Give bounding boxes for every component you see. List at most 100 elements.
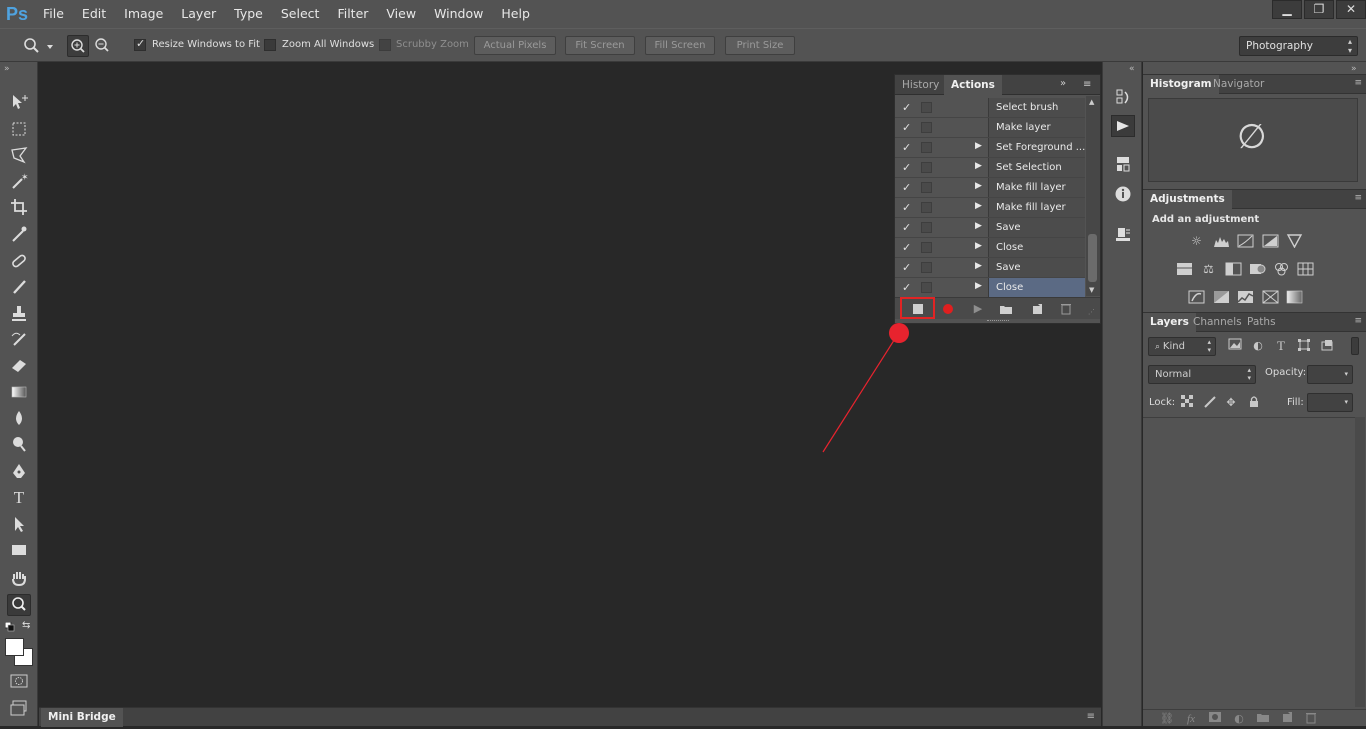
tab-navigator[interactable]: Navigator (1206, 75, 1271, 94)
zoom-in-icon[interactable] (67, 35, 89, 57)
blend-mode-select[interactable]: Normal ▴ ▾ (1148, 365, 1256, 384)
toggle-dialog-checkbox[interactable] (921, 262, 932, 273)
panel-menu-icon[interactable]: ≡ (1087, 711, 1095, 722)
toggle-item-check-icon[interactable]: ✓ (902, 241, 911, 254)
restore-button[interactable]: ❐ (1304, 0, 1334, 19)
action-row[interactable]: ✓ ▶ Set Selection (895, 158, 1085, 178)
tab-history[interactable]: History (895, 75, 946, 95)
levels-icon[interactable] (1213, 234, 1230, 248)
link-layers-icon[interactable]: ⛓ (1159, 711, 1175, 727)
toggle-item-check-icon[interactable]: ✓ (902, 221, 911, 234)
scrubby-zoom-checkbox[interactable] (379, 39, 391, 51)
action-row[interactable]: ✓ ▶ Make fill layer (895, 198, 1085, 218)
chevron-down-icon[interactable] (46, 41, 54, 49)
new-action-icon[interactable] (1029, 301, 1045, 317)
layers-scrollbar[interactable] (1355, 417, 1365, 707)
hand-tool-icon[interactable] (7, 567, 31, 589)
hue-saturation-icon[interactable] (1176, 262, 1193, 276)
scroll-down-arrow-icon[interactable]: ▼ (1089, 286, 1094, 294)
delete-layer-trash-icon[interactable] (1303, 711, 1319, 727)
foreground-color-swatch[interactable] (5, 638, 24, 656)
eraser-icon[interactable] (7, 354, 31, 376)
actions-panel-play-icon[interactable] (1111, 115, 1135, 137)
expand-triangle-icon[interactable]: ▶ (975, 281, 982, 291)
toggle-dialog-checkbox[interactable] (921, 202, 932, 213)
fit-screen-button[interactable]: Fit Screen (565, 36, 635, 55)
properties-panel-icon[interactable] (1111, 154, 1135, 176)
pen-tool-icon[interactable] (7, 461, 31, 483)
layers-list[interactable] (1143, 417, 1355, 707)
toggle-item-check-icon[interactable]: ✓ (902, 121, 911, 134)
zoom-tool-icon[interactable] (22, 36, 44, 56)
new-layer-icon[interactable] (1279, 711, 1295, 727)
opacity-input[interactable]: ▾ (1307, 365, 1353, 384)
new-adjustment-layer-icon[interactable]: ◐ (1231, 711, 1247, 727)
vibrance-icon[interactable] (1286, 234, 1303, 249)
action-row[interactable]: ✓ ▶ Save (895, 258, 1085, 278)
workspace-select[interactable]: Photography ▴ ▾ (1239, 36, 1358, 56)
tab-adjustments[interactable]: Adjustments (1143, 190, 1232, 209)
color-lookup-icon[interactable] (1297, 262, 1314, 276)
color-balance-icon[interactable]: ⚖ (1200, 262, 1217, 276)
toggle-item-check-icon[interactable]: ✓ (902, 261, 911, 274)
toggle-dialog-checkbox[interactable] (921, 142, 932, 153)
toggle-item-check-icon[interactable]: ✓ (902, 281, 911, 294)
close-button[interactable]: ✕ (1336, 0, 1366, 19)
menu-layer[interactable]: Layer (172, 0, 225, 28)
tool-presets-icon[interactable] (1111, 224, 1135, 246)
panel-menu-icon[interactable]: ≡ (1354, 78, 1362, 88)
panel-menu-icon[interactable]: ≡ (1083, 79, 1091, 90)
photo-filter-icon[interactable] (1249, 262, 1266, 276)
toggle-dialog-checkbox[interactable] (921, 182, 932, 193)
new-group-folder-icon[interactable] (1255, 711, 1271, 727)
menu-view[interactable]: View (377, 0, 425, 28)
menu-edit[interactable]: Edit (73, 0, 115, 28)
expand-triangle-icon[interactable]: ▶ (975, 161, 982, 171)
action-row[interactable]: ✓ Select brush (895, 98, 1085, 118)
toggle-item-check-icon[interactable]: ✓ (902, 201, 911, 214)
menu-type[interactable]: Type (225, 0, 272, 28)
lock-all-icon[interactable] (1246, 395, 1262, 411)
actual-pixels-button[interactable]: Actual Pixels (474, 36, 556, 55)
crop-tool-icon[interactable] (7, 196, 31, 218)
adjustment-layer-filter-icon[interactable]: ◐ (1250, 338, 1266, 354)
toggle-dialog-checkbox[interactable] (921, 102, 932, 113)
expand-triangle-icon[interactable]: ▶ (975, 261, 982, 271)
gradient-map-icon[interactable] (1286, 290, 1303, 304)
expand-triangle-icon[interactable]: ▶ (975, 181, 982, 191)
layer-style-fx-icon[interactable]: fx (1183, 711, 1199, 727)
toggle-item-check-icon[interactable]: ✓ (902, 161, 911, 174)
toggle-item-check-icon[interactable]: ✓ (902, 181, 911, 194)
scroll-up-arrow-icon[interactable]: ▲ (1089, 98, 1094, 106)
info-panel-icon[interactable] (1111, 184, 1135, 206)
blur-tool-icon[interactable] (7, 407, 31, 429)
toggle-dialog-checkbox[interactable] (921, 282, 932, 293)
toggle-dialog-checkbox[interactable] (921, 242, 932, 253)
action-row[interactable]: ✓ Make layer (895, 118, 1085, 138)
begin-recording-icon[interactable] (940, 301, 956, 317)
expand-triangle-icon[interactable]: ▶ (975, 241, 982, 251)
channel-mixer-icon[interactable] (1273, 262, 1290, 276)
selective-color-icon[interactable] (1262, 290, 1279, 304)
exposure-icon[interactable] (1262, 234, 1279, 248)
menu-help[interactable]: Help (492, 0, 539, 28)
print-size-button[interactable]: Print Size (725, 36, 795, 55)
action-row[interactable]: ✓ ▶ Set Foreground ... (895, 138, 1085, 158)
lock-pixels-icon[interactable] (1202, 395, 1218, 411)
type-tool-icon[interactable]: T (7, 487, 31, 509)
fill-input[interactable]: ▾ (1307, 393, 1353, 412)
resize-windows-checkbox[interactable] (134, 37, 146, 51)
resize-grip-icon[interactable]: ⋰ (1088, 308, 1095, 316)
action-row[interactable]: ✓ ▶ Save (895, 218, 1085, 238)
toggle-item-check-icon[interactable]: ✓ (902, 141, 911, 154)
type-layer-filter-icon[interactable]: T (1273, 338, 1289, 354)
marquee-tool-icon[interactable] (7, 118, 31, 140)
lock-transparent-icon[interactable] (1179, 395, 1195, 411)
toggle-dialog-checkbox[interactable] (921, 122, 932, 133)
tab-mini-bridge[interactable]: Mini Bridge (41, 708, 123, 727)
panel-resize-handle[interactable] (987, 320, 1009, 322)
action-row[interactable]: ✓ ▶ Make fill layer (895, 178, 1085, 198)
curves-icon[interactable] (1237, 234, 1254, 248)
smart-object-filter-icon[interactable] (1319, 338, 1335, 354)
collapse-arrows-icon[interactable]: » (1351, 64, 1357, 74)
